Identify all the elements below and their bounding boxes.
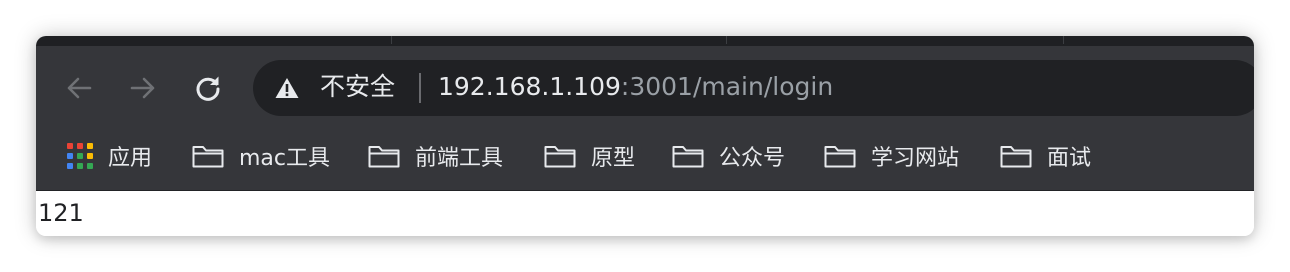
folder-icon bbox=[544, 146, 576, 168]
page-content: 121 bbox=[36, 191, 1254, 236]
bookmark-folder[interactable]: 学习网站 bbox=[824, 126, 959, 186]
page-body-text: 121 bbox=[38, 199, 84, 227]
warning-triangle-icon[interactable] bbox=[275, 77, 299, 99]
url-path: :3001/main/login bbox=[620, 72, 834, 101]
apps-grid-icon bbox=[67, 143, 93, 169]
omnibox-divider bbox=[419, 73, 421, 103]
security-status-label[interactable]: 不安全 bbox=[320, 72, 395, 102]
tab-separator bbox=[391, 36, 392, 44]
url-text[interactable]: 192.168.1.109:3001/main/login bbox=[438, 72, 833, 102]
arrow-right-icon bbox=[130, 77, 155, 99]
browser-window: 不安全 192.168.1.109:3001/main/login 应用 mac… bbox=[36, 36, 1254, 236]
tab-separator bbox=[1063, 36, 1064, 44]
bookmark-label: 原型 bbox=[591, 146, 636, 171]
tab-separator bbox=[726, 36, 727, 44]
address-bar[interactable]: 不安全 192.168.1.109:3001/main/login bbox=[253, 60, 1254, 116]
bookmark-folder[interactable]: mac工具 bbox=[192, 126, 330, 186]
reload-button[interactable] bbox=[192, 72, 224, 104]
bookmark-folder[interactable]: 前端工具 bbox=[368, 126, 503, 186]
bookmark-folder[interactable]: 面试 bbox=[1000, 126, 1091, 186]
bookmark-label: 应用 bbox=[108, 146, 153, 171]
folder-icon bbox=[368, 146, 400, 168]
bookmarks-bar: 应用 mac工具 前端工具 原型 公众号 学习网站 面试 bbox=[36, 126, 1254, 191]
url-host: 192.168.1.109 bbox=[438, 72, 621, 101]
folder-icon bbox=[824, 146, 856, 168]
bookmark-label: 前端工具 bbox=[415, 146, 504, 171]
bookmark-label: mac工具 bbox=[239, 146, 331, 171]
bookmark-folder[interactable]: 原型 bbox=[544, 126, 635, 186]
bookmark-apps[interactable]: 应用 bbox=[67, 126, 152, 186]
bookmark-label: 学习网站 bbox=[871, 146, 960, 171]
bookmark-folder[interactable]: 公众号 bbox=[672, 126, 785, 186]
bookmark-label: 面试 bbox=[1047, 146, 1092, 171]
arrow-left-icon bbox=[67, 77, 92, 99]
reload-icon bbox=[196, 76, 220, 101]
tab-strip bbox=[36, 36, 1254, 46]
forward-button[interactable] bbox=[127, 72, 159, 104]
folder-icon bbox=[192, 146, 224, 168]
back-button[interactable] bbox=[63, 72, 95, 104]
folder-icon bbox=[672, 146, 704, 168]
bookmark-label: 公众号 bbox=[719, 146, 786, 171]
folder-icon bbox=[1000, 146, 1032, 168]
